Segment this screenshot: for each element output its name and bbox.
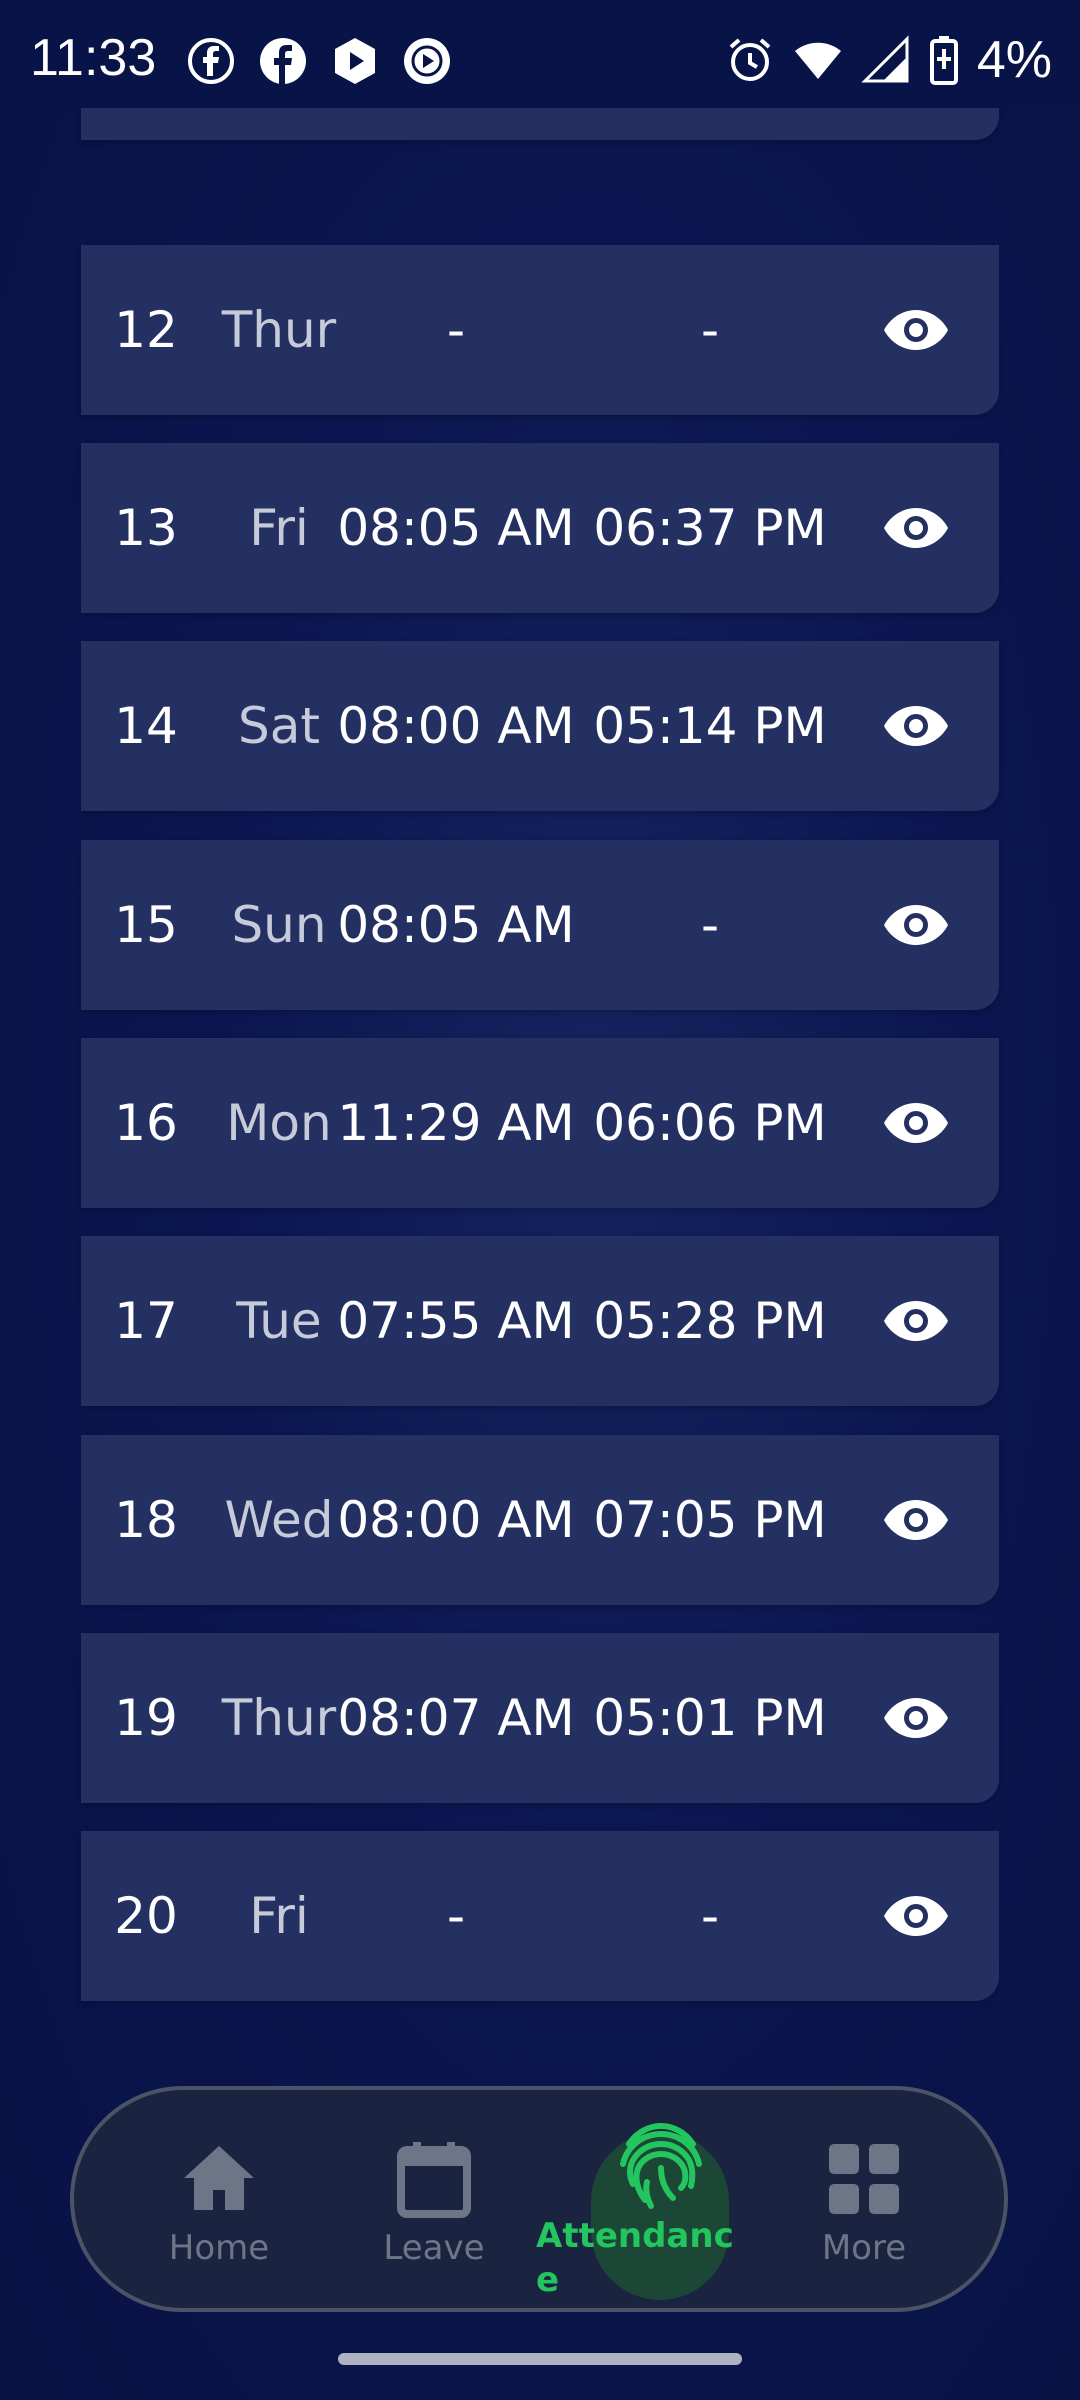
grid-icon — [829, 2144, 899, 2214]
attendance-row[interactable]: 12 Thur - - — [81, 245, 999, 415]
attendance-row[interactable]: 16 Mon 11:29 AM 06:06 PM — [81, 1038, 999, 1208]
attendance-row[interactable]: 15 Sun 08:05 AM - — [81, 840, 999, 1010]
nav-more[interactable]: More — [764, 2090, 964, 2316]
view-details-button[interactable] — [881, 1633, 951, 1803]
row-date: 15 — [114, 896, 178, 954]
attendance-list[interactable]: 11 Wed - - 12 Thur - - 13 Fri 08:05 AM 0… — [0, 0, 1080, 2080]
row-check-in: 08:07 AM — [337, 1689, 575, 1747]
row-check-out: - — [700, 896, 720, 954]
row-check-in: 07:55 AM — [337, 1292, 575, 1350]
bottom-navigation: Home Leave Attendance More — [70, 2086, 1008, 2312]
status-bar: 11:33 4% — [0, 0, 1080, 108]
row-check-out: 06:06 PM — [593, 1094, 827, 1152]
row-day: Sat — [238, 697, 320, 755]
view-details-button[interactable] — [881, 641, 951, 811]
attendance-row[interactable]: 20 Fri - - — [81, 1831, 999, 2001]
nav-label-active[interactable]: Attendance — [536, 2214, 756, 2302]
row-check-in: 08:00 AM — [337, 697, 575, 755]
row-check-out: 06:37 PM — [593, 499, 827, 557]
view-details-button[interactable] — [881, 1236, 951, 1406]
row-date: 17 — [114, 1292, 178, 1350]
row-check-out: - — [700, 1887, 720, 1945]
nav-label: Leave — [383, 2228, 485, 2268]
row-check-in: 08:05 AM — [337, 499, 575, 557]
play-circle-icon — [404, 38, 450, 84]
play-hexagon-icon — [335, 38, 375, 84]
attendance-row[interactable]: 18 Wed 08:00 AM 07:05 PM — [81, 1435, 999, 1605]
row-day: Mon — [226, 1094, 332, 1152]
eye-icon — [884, 1103, 948, 1143]
signal-icon — [861, 35, 909, 83]
row-day: Wed — [224, 1491, 334, 1549]
row-day: Tue — [236, 1292, 322, 1350]
row-check-out: 07:05 PM — [593, 1491, 827, 1549]
view-details-button[interactable] — [881, 1831, 951, 2001]
attendance-row[interactable]: 13 Fri 08:05 AM 06:37 PM — [81, 443, 999, 613]
row-date: 14 — [114, 697, 178, 755]
status-time: 11:33 — [30, 29, 157, 87]
row-check-out: - — [700, 301, 720, 359]
row-date: 19 — [114, 1689, 178, 1747]
home-indicator[interactable] — [338, 2353, 742, 2365]
nav-label: More — [821, 2228, 907, 2268]
alarm-icon — [729, 38, 771, 81]
facebook-outline-icon — [188, 38, 234, 84]
view-details-button[interactable] — [881, 443, 951, 613]
row-check-out: 05:14 PM — [593, 697, 827, 755]
view-details-button[interactable] — [881, 840, 951, 1010]
row-day: Thur — [221, 1689, 337, 1747]
row-date: 20 — [114, 1887, 178, 1945]
row-date: 18 — [114, 1491, 178, 1549]
view-details-button[interactable] — [881, 245, 951, 415]
wifi-icon — [794, 42, 841, 79]
system-icons: 4% — [725, 30, 1052, 90]
row-check-out: 05:28 PM — [593, 1292, 827, 1350]
row-check-in: 08:05 AM — [337, 896, 575, 954]
attendance-row[interactable]: 17 Tue 07:55 AM 05:28 PM — [81, 1236, 999, 1406]
nav-leave[interactable]: Leave — [334, 2090, 534, 2316]
row-day: Sun — [231, 896, 327, 954]
eye-icon — [884, 1896, 948, 1936]
row-date: 16 — [114, 1094, 178, 1152]
battery-percent: 4% — [976, 31, 1052, 89]
facebook-icon — [260, 38, 306, 84]
battery-charging-icon — [929, 36, 958, 85]
calendar-icon — [397, 2142, 471, 2218]
row-check-in: - — [446, 301, 466, 359]
attendance-row[interactable]: 14 Sat 08:00 AM 05:14 PM — [81, 641, 999, 811]
view-details-button[interactable] — [881, 1435, 951, 1605]
eye-icon — [884, 1500, 948, 1540]
row-check-in: 11:29 AM — [337, 1094, 575, 1152]
row-check-in: - — [446, 1887, 466, 1945]
eye-icon — [884, 1698, 948, 1738]
eye-icon — [884, 508, 948, 548]
row-day: Thur — [221, 301, 337, 359]
attendance-row[interactable]: 19 Thur 08:07 AM 05:01 PM — [81, 1633, 999, 1803]
eye-icon — [884, 706, 948, 746]
eye-icon — [884, 310, 948, 350]
nav-home[interactable]: Home — [119, 2090, 319, 2316]
row-day: Fri — [249, 1887, 309, 1945]
row-check-out: 05:01 PM — [593, 1689, 827, 1747]
eye-icon — [884, 905, 948, 945]
view-details-button[interactable] — [881, 1038, 951, 1208]
notification-icons — [186, 36, 452, 86]
row-date: 13 — [114, 499, 178, 557]
row-date: 12 — [114, 301, 178, 359]
nav-label: Home — [168, 2228, 270, 2268]
row-day: Fri — [249, 499, 309, 557]
eye-icon — [884, 1301, 948, 1341]
row-check-in: 08:00 AM — [337, 1491, 575, 1549]
home-icon — [184, 2146, 254, 2210]
fingerprint-icon — [620, 2122, 702, 2209]
